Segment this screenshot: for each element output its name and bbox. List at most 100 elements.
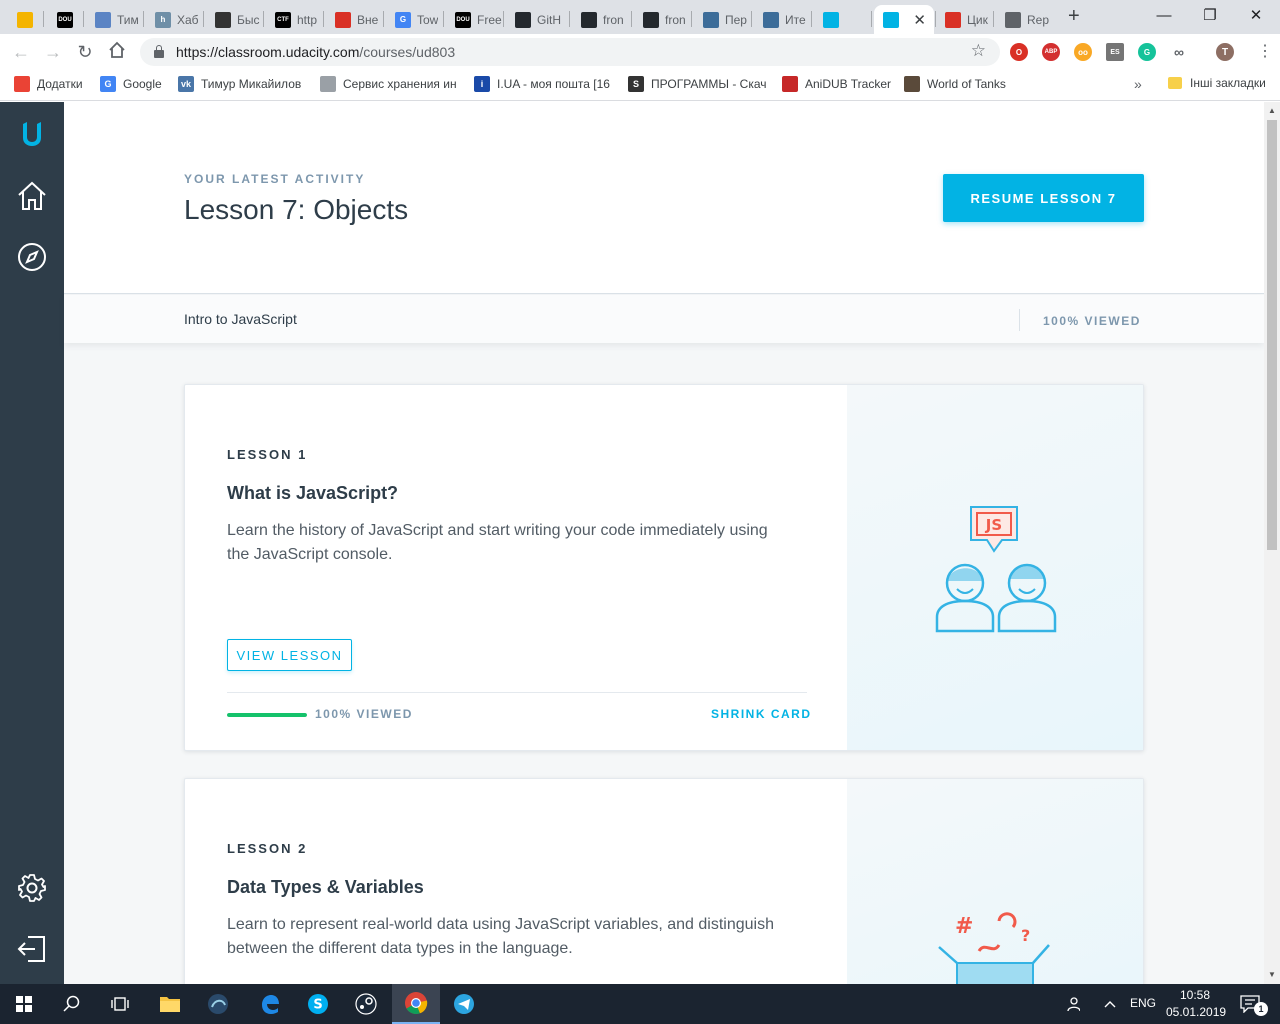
bookmark-item[interactable]: i I.UA - моя пошта [16 [474,76,614,92]
address-bar[interactable]: https://classroom.udacity.com/courses/ud… [140,38,1000,66]
chrome-taskbar-icon[interactable] [392,984,440,1024]
tab-title: GitH [537,12,561,27]
close-tab-icon[interactable]: ✕ [913,11,926,29]
clock-date[interactable]: 05.01.2019 [1166,1005,1226,1019]
tab-separator [383,11,384,27]
edge-icon[interactable] [246,984,294,1024]
tab-separator [323,11,324,27]
reload-icon[interactable]: ↻ [74,41,96,63]
google-icon: G [395,11,411,28]
shrink-card-button[interactable]: SHRINK CARD [711,707,812,721]
resume-lesson-button[interactable]: RESUME LESSON 7 [943,174,1144,222]
scrollbar-thumb[interactable] [1267,120,1277,550]
lesson-card: LESSON 1 What is JavaScript? Learn the h… [184,384,1144,751]
browser-tab[interactable]: Вне [326,5,382,34]
lesson-illustration: JS [847,385,1143,750]
tab-separator [263,11,264,27]
extension-infinity-icon[interactable]: ∞ [1170,43,1188,61]
telegram-icon[interactable] [440,984,488,1024]
windows-start-icon[interactable] [0,984,48,1024]
other-bookmarks[interactable]: Інші закладки [1168,76,1266,90]
bookmark-item[interactable]: World of Tanks [904,76,1014,92]
browser-tab[interactable]: Ите [754,5,810,34]
browser-tab[interactable]: h Хаб [146,5,202,34]
explore-compass-icon[interactable] [14,239,50,275]
extension-red-icon[interactable]: O [1010,43,1028,61]
tab-title: Rep [1027,12,1050,27]
bookmark-item[interactable]: AniDUB Tracker [782,76,894,92]
people-icon[interactable] [1052,984,1092,1024]
browser-tab[interactable]: G Tow [386,5,442,34]
tab-separator [691,11,692,27]
classroom-page: YOUR LATEST ACTIVITY Lesson 7: Objects R… [0,102,1264,984]
scroll-up-icon[interactable]: ▲ [1268,106,1276,115]
course-bar-divider [1019,309,1020,331]
bookmark-star-icon[interactable]: ☆ [971,41,986,61]
back-icon[interactable]: ← [10,41,32,63]
steam-icon[interactable] [342,984,390,1024]
close-window-icon[interactable]: ✕ [1233,4,1279,28]
browser-tab[interactable]: Тим [86,5,142,34]
new-tab-icon[interactable]: + [1068,5,1080,27]
browser-tab[interactable]: GitH [506,5,568,34]
clock-time[interactable]: 10:58 [1180,988,1210,1002]
apps-icon [14,76,30,92]
task-view-icon[interactable] [96,984,144,1024]
browser-tab[interactable] [8,5,42,34]
bookmark-item[interactable]: vk Тимур Микайилов [178,76,310,92]
menu-kebab-icon[interactable]: ⋮ [1256,42,1274,62]
tab-title: http [297,12,318,27]
app-sphere-icon[interactable] [194,984,242,1024]
browser-tab[interactable]: ✕ [874,5,934,34]
browser-tab[interactable]: fron [572,5,630,34]
browser-tab[interactable]: Пер [694,5,750,34]
browser-tab[interactable]: DOU Free [446,5,502,34]
forward-icon[interactable]: → [42,41,64,63]
vk-icon: vk [178,76,194,92]
browser-tab[interactable]: Rep [996,5,1052,34]
browser-tab[interactable]: Быс [206,5,262,34]
grammarly-icon[interactable]: G [1138,43,1156,61]
lesson-progress-fill [227,713,307,717]
scroll-down-icon[interactable]: ▼ [1268,970,1276,979]
page-scrollbar[interactable]: ▲ ▼ [1264,102,1280,984]
bookmark-item[interactable]: S ПРОГРАММЫ - Скач [628,76,770,92]
more-bookmarks-icon[interactable]: » [1134,76,1142,92]
ctf-icon: CTF [275,11,291,28]
notification-center-icon[interactable]: 1 [1230,984,1270,1024]
browser-tab[interactable]: fron [634,5,690,34]
bookmark-item[interactable]: Додатки [14,76,90,92]
mail-icon [320,76,336,92]
browser-tab[interactable]: Цик [936,5,992,34]
browser-tab[interactable]: CTF http [266,5,322,34]
search-icon[interactable] [48,984,96,1024]
home-icon[interactable] [106,41,128,64]
bookmark-label: World of Tanks [927,77,1006,91]
tray-chevron-up-icon[interactable] [1092,984,1128,1024]
extension-es-icon[interactable]: ES [1106,43,1124,61]
logout-icon[interactable] [14,931,50,967]
figure-icon [335,11,351,28]
profile-avatar-icon[interactable]: T [1216,43,1234,61]
extension-owl-icon[interactable]: oo [1074,43,1092,61]
view-lesson-button[interactable]: VIEW LESSON [227,639,352,671]
browser-tab[interactable]: DOU [48,5,82,34]
language-indicator[interactable]: ENG [1130,996,1156,1010]
wot-icon [904,76,920,92]
bookmarks-bar: » Інші закладки Додатки G Google vk Тимур Ми… [0,70,1280,101]
file-explorer-icon[interactable] [146,984,194,1024]
settings-gear-icon[interactable] [14,870,50,906]
minimize-icon[interactable]: — [1141,4,1187,28]
skype-icon[interactable]: S [294,984,342,1024]
bookmark-item[interactable]: G Google [100,76,168,92]
adblock-icon[interactable]: ABP [1042,43,1060,61]
lesson-kicker: LESSON 2 [227,841,308,856]
bookmark-item[interactable]: Сервис хранения ин [320,76,464,92]
tab-title: Ите [785,12,806,27]
udacity-logo-icon[interactable] [14,116,50,152]
tab-title: Хаб [177,12,199,27]
home-nav-icon[interactable] [14,178,50,214]
restore-icon[interactable]: ❐ [1187,4,1233,28]
lesson-progress-bar [227,713,307,717]
browser-tab[interactable] [814,5,870,34]
